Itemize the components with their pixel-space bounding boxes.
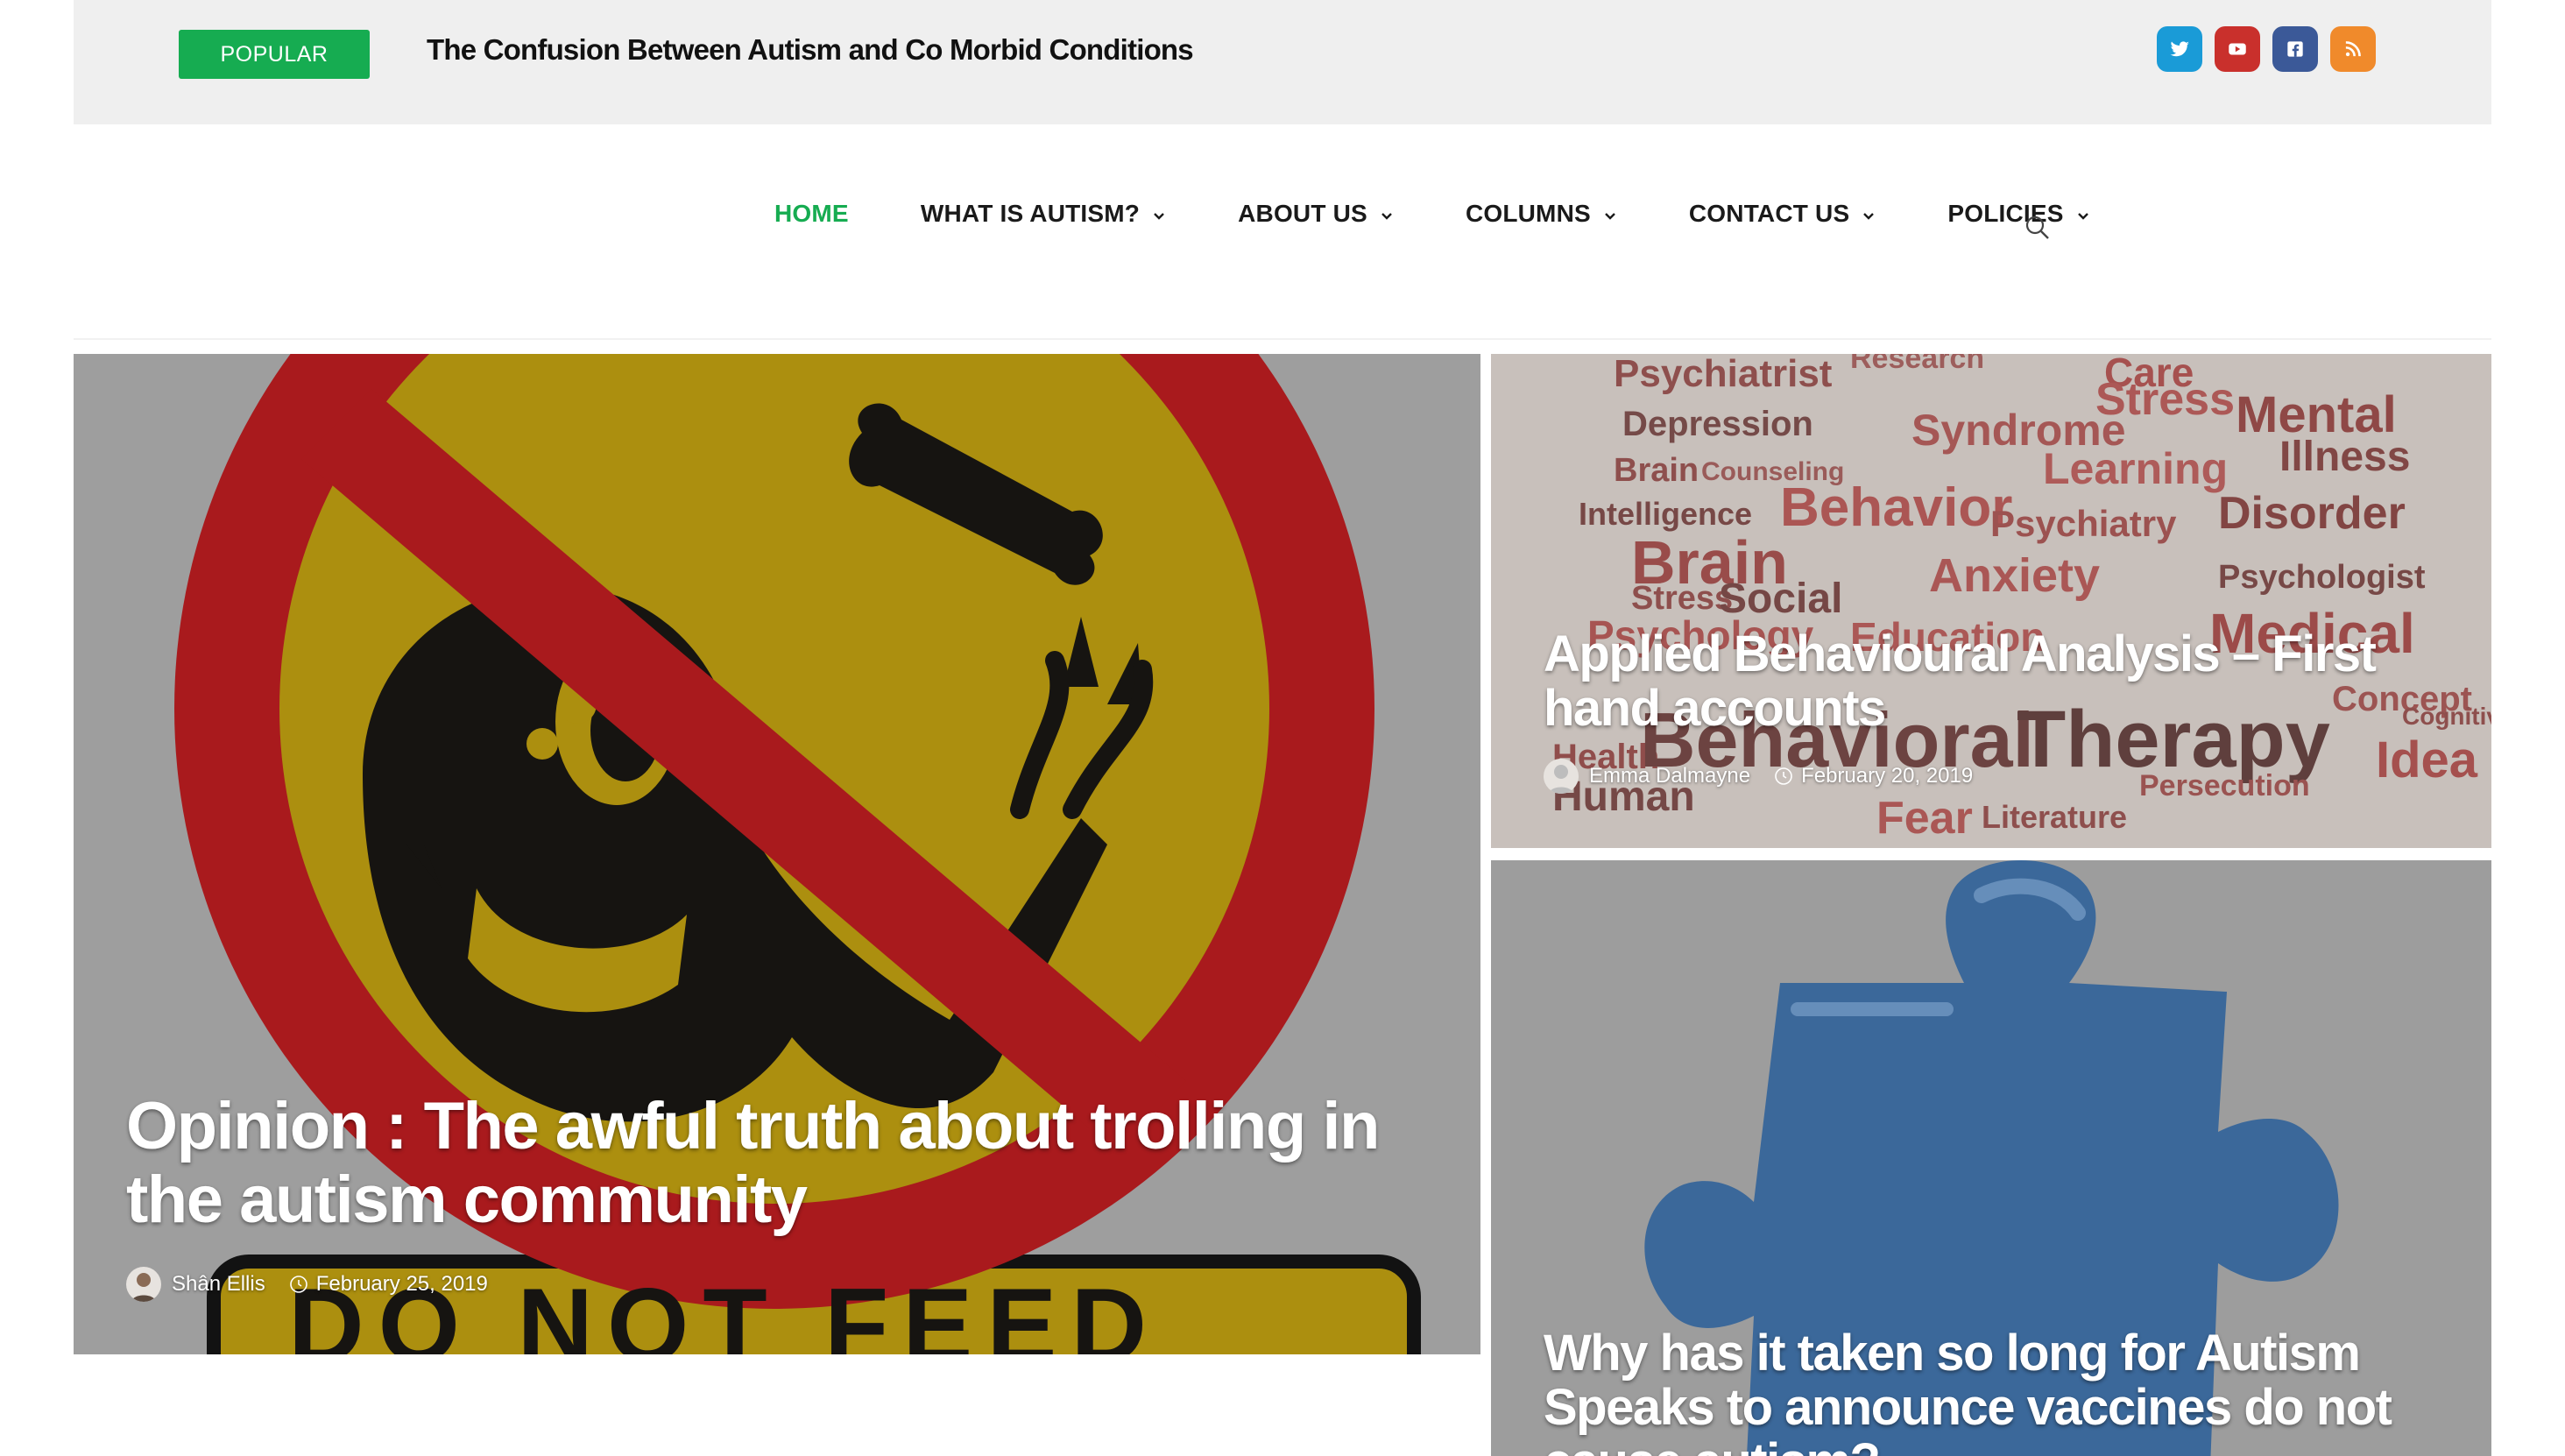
- author-avatar: [1544, 759, 1579, 794]
- chevron-down-icon: [1381, 213, 1392, 220]
- author-avatar: [126, 1267, 161, 1302]
- main-navigation: HOME WHAT IS AUTISM? ABOUT US COLUMNS CO…: [74, 124, 2491, 340]
- nav-item-what-is-autism[interactable]: WHAT IS AUTISM?: [921, 200, 1166, 228]
- search-icon[interactable]: [2024, 214, 2052, 242]
- nav-item-columns[interactable]: COLUMNS: [1466, 200, 1617, 228]
- post-date: February 20, 2019: [1801, 764, 1974, 788]
- nav-item-label: HOME: [774, 200, 849, 227]
- chevron-down-icon: [2077, 213, 2088, 220]
- facebook-icon: [2287, 41, 2303, 57]
- ticker-headline-link[interactable]: The Confusion Between Autism and Co Morb…: [427, 33, 1194, 67]
- nav-item-label: ABOUT US: [1238, 200, 1367, 227]
- nav-item-contact-us[interactable]: CONTACT US: [1689, 200, 1876, 228]
- post-date: February 25, 2019: [315, 1272, 488, 1296]
- nav-item-label: WHAT IS AUTISM?: [920, 200, 1141, 227]
- rss-icon: [2345, 41, 2361, 57]
- social-links: [2157, 26, 2376, 72]
- featured-post-main[interactable]: DO NOT FEED Opinion : The awful truth ab…: [74, 354, 1480, 1354]
- featured-post-title[interactable]: Opinion : The awful truth about trolling…: [126, 1090, 1396, 1237]
- clock-icon: [1775, 767, 1792, 785]
- chevron-down-icon: [1863, 213, 1875, 220]
- chevron-down-icon: [1154, 213, 1164, 220]
- facebook-link[interactable]: [2272, 26, 2318, 72]
- featured-post-side-2[interactable]: Why has it taken so long for Autism Spea…: [1491, 860, 2491, 1456]
- nav-item-policies[interactable]: POLICIES: [1947, 200, 2089, 228]
- clock-icon: [289, 1276, 307, 1293]
- author-name[interactable]: Shân Ellis: [172, 1272, 265, 1297]
- post-meta: Shân Ellis February 25, 2019: [126, 1267, 488, 1302]
- side-post-title[interactable]: Applied Behavioural Analysis – First han…: [1544, 627, 2472, 736]
- side-post-title[interactable]: Why has it taken so long for Autism Spea…: [1544, 1326, 2481, 1456]
- youtube-link[interactable]: [2215, 26, 2260, 72]
- twitter-link[interactable]: [2157, 26, 2202, 72]
- featured-post-side-1[interactable]: Psychiatrist Research Care Stress Mental…: [1491, 354, 2491, 848]
- twitter-icon: [2170, 41, 2189, 57]
- top-bar: POPULAR The Confusion Between Autism and…: [74, 0, 2491, 124]
- post-meta: Emma Dalmayne February 20, 2019: [1544, 759, 1973, 794]
- nav-item-home[interactable]: HOME: [774, 200, 849, 228]
- nav-item-label: COLUMNS: [1465, 200, 1591, 227]
- nav-item-label: CONTACT US: [1688, 200, 1850, 227]
- chevron-down-icon: [1605, 213, 1615, 220]
- popular-badge: POPULAR: [179, 30, 370, 79]
- nav-item-about-us[interactable]: ABOUT US: [1238, 200, 1394, 228]
- author-name[interactable]: Emma Dalmayne: [1589, 764, 1750, 788]
- rss-link[interactable]: [2330, 26, 2376, 72]
- youtube-icon: [2229, 43, 2246, 55]
